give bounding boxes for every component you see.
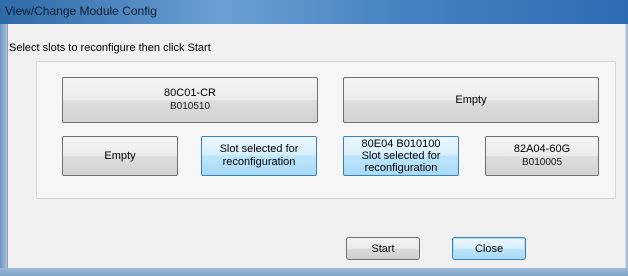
slot-status-line: Slot selected for [219,143,299,155]
window-frame-bottom [0,268,628,276]
slot-empty-label: Empty [455,93,487,106]
slot-status-line: Slot selected for [361,150,441,162]
slot-module-name: 80C01-CR [164,87,216,99]
slot-bottom-4[interactable]: 82A04-60G B010005 [485,136,599,176]
instruction-text: Select slots to reconfigure then click S… [9,42,211,54]
start-button[interactable]: Start [346,237,420,260]
slot-serial: B010005 [521,157,563,168]
title-bar[interactable]: View/Change Module Config [0,0,628,25]
slot-top-right[interactable]: Empty [343,77,599,123]
close-button[interactable]: Close [452,237,526,260]
slot-module-name: 82A04-60G [513,143,571,155]
slot-status-line: reconfiguration [222,156,296,168]
slot-status-line: reconfiguration [364,162,438,174]
window-title: View/Change Module Config [5,4,157,18]
module-config-window: View/Change Module Config Select slots t… [0,0,628,276]
slot-serial: B010510 [169,101,211,112]
slot-bottom-2-selected[interactable]: Slot selected for reconfiguration [201,136,317,176]
window-frame-left [0,24,7,268]
slot-top-left[interactable]: 80C01-CR B010510 [62,77,318,123]
slot-empty-label: Empty [104,149,136,162]
slot-bottom-1[interactable]: Empty [62,136,178,176]
slot-module-serial-line: 80E04 B010100 [361,138,441,150]
slot-bottom-3-selected[interactable]: 80E04 B010100 Slot selected for reconfig… [343,136,459,176]
